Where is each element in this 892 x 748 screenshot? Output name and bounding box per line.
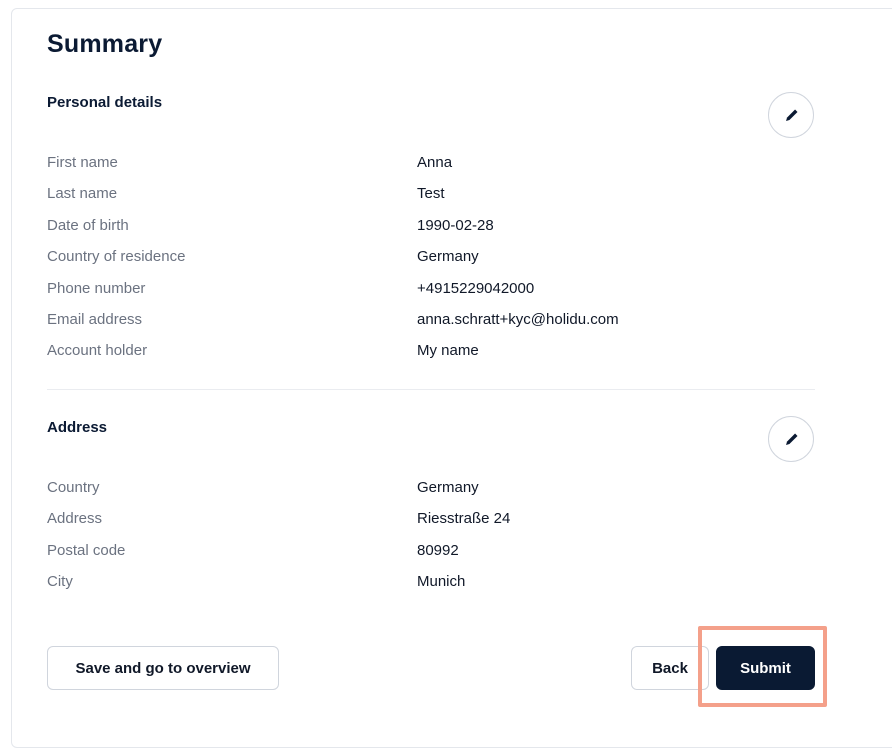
detail-value: +4915229042000: [417, 280, 535, 297]
detail-row-email-address: Email address anna.schratt+kyc@holidu.co…: [47, 311, 827, 333]
detail-value: Riesstraße 24: [417, 510, 511, 527]
detail-row-postal-code: Postal code 80992: [47, 542, 827, 564]
detail-value: anna.schratt+kyc@holidu.com: [417, 311, 619, 328]
detail-label: Account holder: [47, 342, 148, 359]
detail-label: Country of residence: [47, 248, 186, 265]
pencil-icon: [785, 109, 797, 121]
detail-value: Germany: [417, 479, 479, 496]
detail-label: First name: [47, 154, 118, 171]
detail-label: Email address: [47, 311, 143, 328]
edit-address-button[interactable]: [768, 416, 814, 462]
pencil-icon: [785, 433, 797, 445]
detail-value: Anna: [417, 154, 453, 171]
detail-row-address: Address Riesstraße 24: [47, 510, 827, 532]
detail-label: Last name: [47, 185, 118, 202]
section-divider: [47, 389, 815, 390]
detail-row-account-holder: Account holder My name: [47, 342, 827, 364]
detail-row-country: Country Germany: [47, 479, 827, 501]
detail-value: 1990-02-28: [417, 217, 494, 234]
page-title: Summary: [47, 30, 163, 58]
detail-row-city: City Munich: [47, 573, 827, 595]
detail-label: Date of birth: [47, 217, 129, 234]
detail-value: 80992: [417, 542, 459, 559]
detail-row-last-name: Last name Test: [47, 185, 827, 207]
detail-row-country-of-residence: Country of residence Germany: [47, 248, 827, 270]
summary-card: [11, 8, 892, 748]
submit-button[interactable]: Submit: [716, 646, 815, 690]
detail-row-first-name: First name Anna: [47, 154, 827, 176]
detail-label: Address: [47, 510, 103, 527]
detail-value: My name: [417, 342, 479, 359]
save-and-go-to-overview-button[interactable]: Save and go to overview: [47, 646, 279, 690]
detail-value: Germany: [417, 248, 479, 265]
detail-label: Postal code: [47, 542, 126, 559]
section-title-address: Address: [47, 419, 108, 436]
detail-label: Country: [47, 479, 100, 496]
back-button[interactable]: Back: [631, 646, 709, 690]
section-title-personal-details: Personal details: [47, 94, 163, 111]
detail-value: Test: [417, 185, 445, 202]
detail-label: Phone number: [47, 280, 146, 297]
detail-row-date-of-birth: Date of birth 1990-02-28: [47, 217, 827, 239]
edit-personal-details-button[interactable]: [768, 92, 814, 138]
detail-value: Munich: [417, 573, 466, 590]
detail-label: City: [47, 573, 73, 590]
detail-row-phone-number: Phone number +4915229042000: [47, 280, 827, 302]
